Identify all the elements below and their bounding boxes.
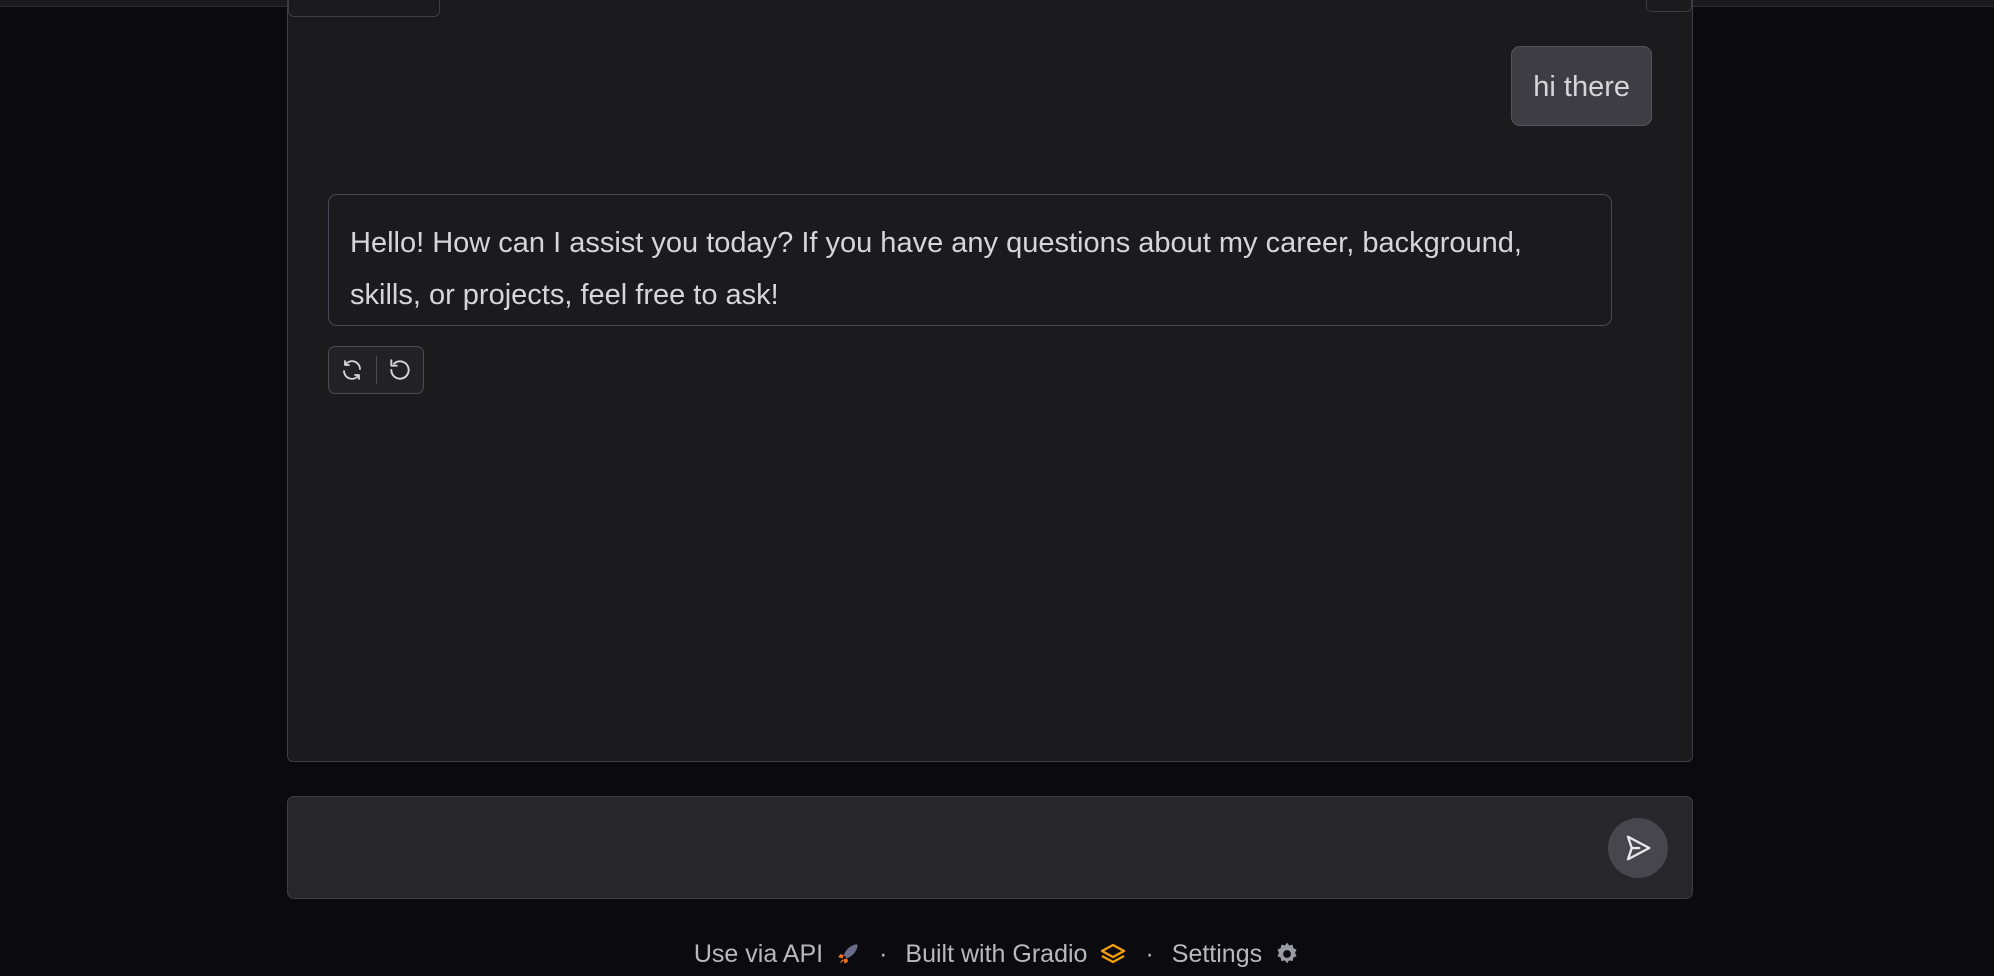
chatbot-panel bbox=[287, 0, 1693, 762]
built-with-gradio-link[interactable]: Built with Gradio bbox=[905, 940, 1127, 969]
undo-icon bbox=[390, 359, 410, 380]
use-via-api-label: Use via API bbox=[693, 939, 824, 968]
refresh-icon bbox=[343, 360, 362, 380]
footer-separator: · bbox=[1145, 939, 1154, 968]
use-via-api-link[interactable]: Use via API bbox=[694, 940, 861, 969]
rocket-icon bbox=[835, 941, 861, 967]
user-message-text: hi there bbox=[1533, 71, 1630, 103]
footer-separator: · bbox=[879, 939, 888, 968]
send-button[interactable] bbox=[1608, 818, 1668, 878]
send-icon bbox=[1626, 835, 1651, 861]
gear-icon bbox=[1274, 941, 1300, 967]
user-message-bubble: hi there bbox=[1511, 46, 1652, 126]
message-input[interactable] bbox=[312, 823, 1616, 875]
bot-message-text: Hello! How can I assist you today? If yo… bbox=[350, 227, 1522, 311]
settings-link[interactable]: Settings bbox=[1172, 940, 1300, 969]
message-actions bbox=[328, 346, 424, 394]
settings-label: Settings bbox=[1171, 939, 1263, 968]
undo-button[interactable] bbox=[376, 347, 423, 393]
chatbot-label-tab bbox=[288, 0, 440, 17]
bot-message-bubble: Hello! How can I assist you today? If yo… bbox=[328, 194, 1612, 326]
panel-corner-button[interactable] bbox=[1646, 0, 1692, 12]
footer: Use via API · Built with Gradio · Settin… bbox=[0, 934, 1994, 974]
retry-button[interactable] bbox=[329, 347, 376, 393]
gradio-logo-icon bbox=[1099, 942, 1127, 966]
built-with-gradio-label: Built with Gradio bbox=[905, 939, 1088, 968]
message-input-container bbox=[287, 796, 1693, 899]
